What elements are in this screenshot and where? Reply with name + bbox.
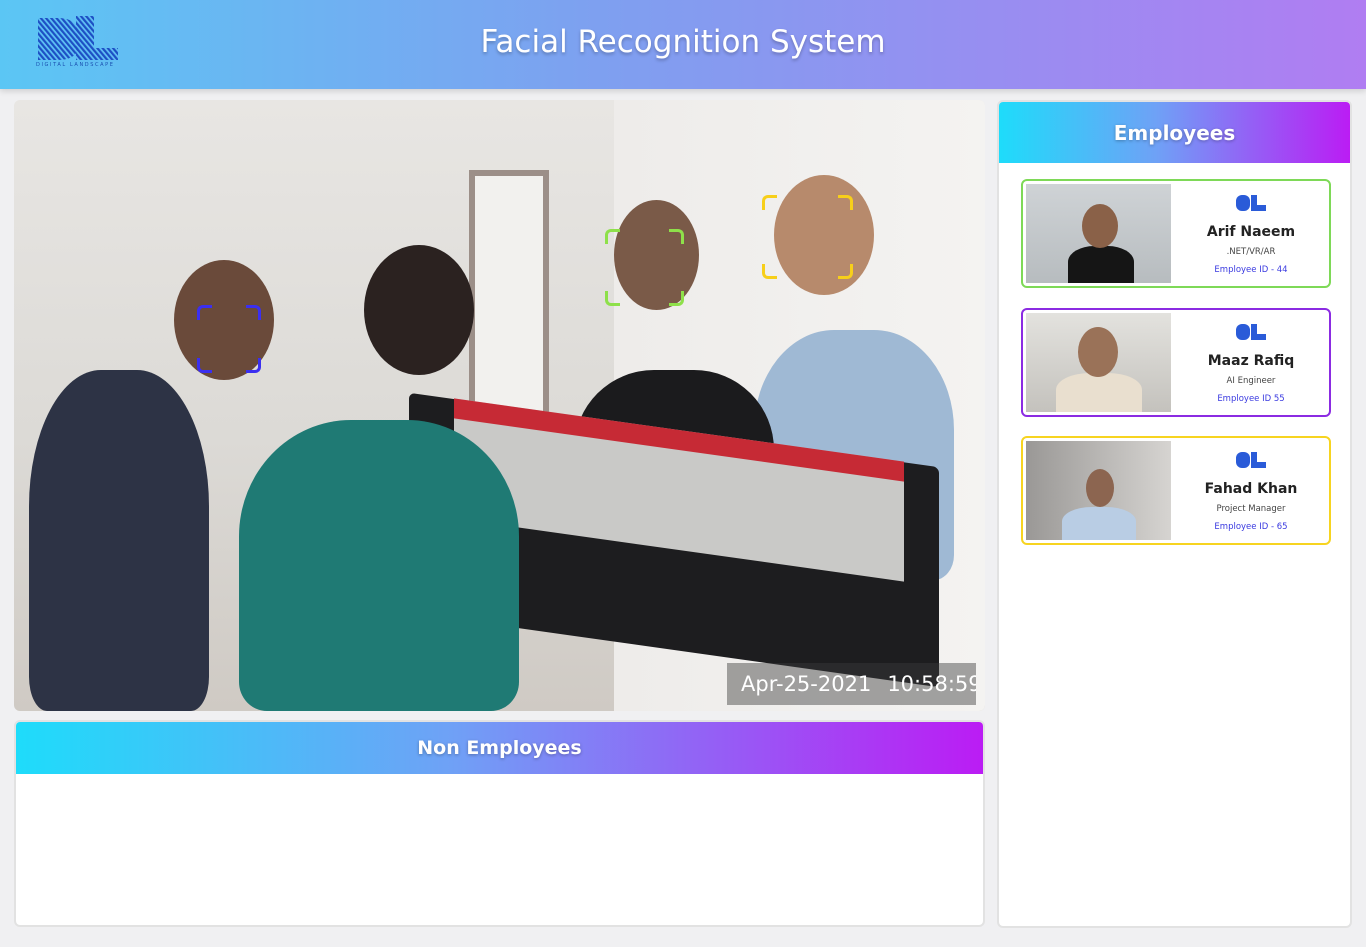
face-box-green[interactable]: [605, 229, 684, 306]
person-2-body: [239, 420, 519, 711]
employee-card[interactable]: Fahad Khan Project Manager Employee ID -…: [1021, 436, 1331, 545]
employee-id: Employee ID - 44: [1214, 265, 1288, 275]
feed-time: 10:58:59: [887, 672, 976, 696]
employees-header: Employees: [999, 102, 1350, 163]
person-1-body: [29, 370, 209, 711]
face-box-blue[interactable]: [197, 305, 261, 373]
company-logo-icon: [1236, 324, 1266, 340]
employee-info: Fahad Khan Project Manager Employee ID -…: [1173, 438, 1329, 543]
employee-card[interactable]: Arif Naeem .NET/VR/AR Employee ID - 44: [1021, 179, 1331, 288]
employee-photo: [1026, 184, 1171, 283]
employee-info: Arif Naeem .NET/VR/AR Employee ID - 44: [1173, 181, 1329, 286]
employee-id: Employee ID - 65: [1214, 522, 1288, 532]
employee-name: Fahad Khan: [1204, 481, 1298, 497]
non-employees-title: Non Employees: [417, 737, 582, 759]
page-title: Facial Recognition System: [480, 24, 886, 60]
app-header: DIGITAL LANDSCAPE Facial Recognition Sys…: [0, 0, 1366, 89]
employee-photo: [1026, 441, 1171, 540]
employee-role: .NET/VR/AR: [1226, 247, 1276, 257]
employee-name: Maaz Rafiq: [1207, 353, 1295, 369]
employee-photo: [1026, 313, 1171, 412]
camera-feed[interactable]: Apr-25-2021 10:58:59: [14, 100, 985, 711]
employee-role: Project Manager: [1216, 504, 1286, 514]
feed-date: Apr-25-2021: [741, 672, 872, 696]
employee-card[interactable]: Maaz Rafiq AI Engineer Employee ID 55: [1021, 308, 1331, 417]
feed-timestamp: Apr-25-2021 10:58:59: [727, 663, 976, 705]
employees-title: Employees: [1113, 120, 1236, 145]
company-logo-icon: [1236, 195, 1266, 211]
logo-text: DIGITAL LANDSCAPE: [36, 62, 115, 68]
employee-role: AI Engineer: [1226, 376, 1276, 386]
face-box-yellow[interactable]: [762, 195, 853, 279]
company-logo-icon: [1236, 452, 1266, 468]
person-2-head: [364, 245, 474, 375]
employees-panel: Employees Arif Naeem .NET/VR/AR Employee…: [997, 100, 1352, 928]
non-employees-header: Non Employees: [16, 722, 983, 774]
employee-name: Arif Naeem: [1206, 224, 1296, 240]
non-employees-panel: Non Employees: [14, 720, 985, 927]
employee-info: Maaz Rafiq AI Engineer Employee ID 55: [1173, 310, 1329, 415]
employee-id: Employee ID 55: [1217, 394, 1285, 404]
